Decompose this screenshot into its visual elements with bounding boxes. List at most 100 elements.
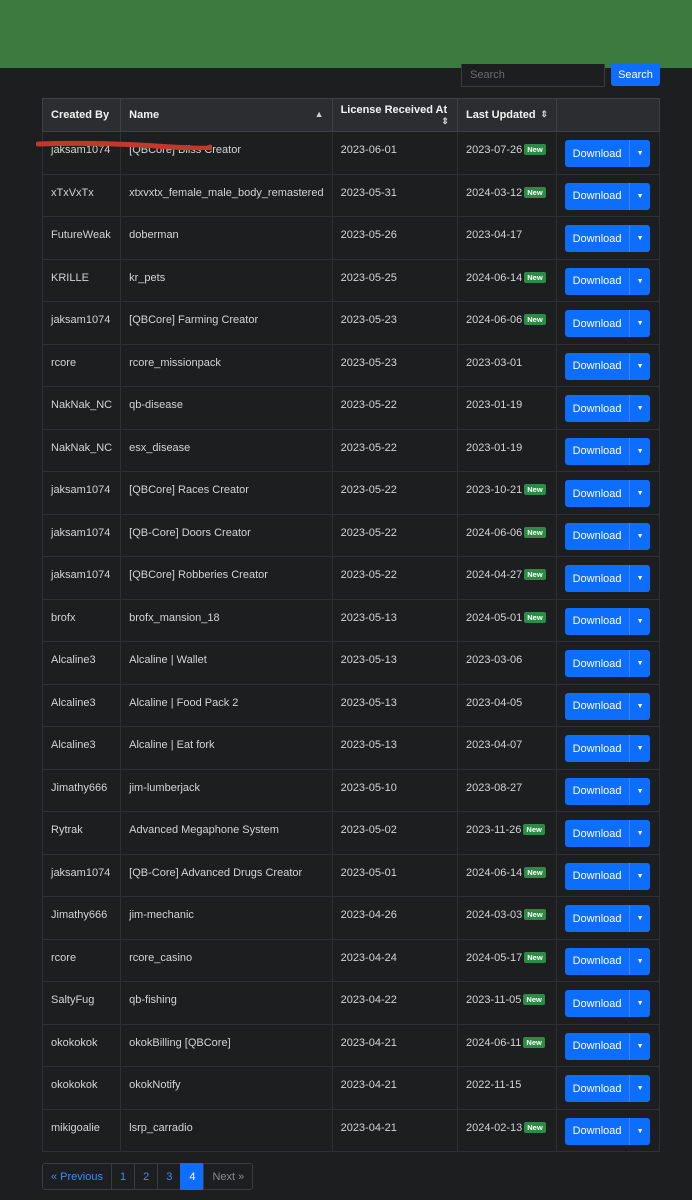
new-badge: New (523, 1036, 545, 1048)
download-button[interactable]: Download (565, 1075, 630, 1102)
download-button-group: Download ▼ (565, 692, 651, 720)
caret-down-icon[interactable]: ▼ (629, 225, 651, 252)
caret-down-icon[interactable]: ▼ (629, 1075, 651, 1102)
new-badge: New (524, 526, 546, 538)
cell-actions: Download ▼ (556, 726, 660, 770)
cell-name: okokBilling [QBCore] (120, 1023, 333, 1067)
table-row: mikigoalie lsrp_carradio 2023-04-21 2024-02… (41, 1108, 660, 1152)
search-input[interactable] (461, 64, 605, 87)
download-button[interactable]: Download (565, 1032, 630, 1060)
column-header-last-updated[interactable]: Last Updated ⇕ (456, 98, 558, 132)
table-row: rcore rcore_casino 2023-04-24 2024-05-17 New… (41, 938, 660, 982)
download-button[interactable]: Download (565, 820, 630, 847)
download-button[interactable]: Download (565, 522, 630, 550)
download-button[interactable]: Download (565, 225, 630, 252)
caret-down-icon[interactable]: ▼ (629, 735, 651, 762)
download-button[interactable]: Download (565, 947, 630, 975)
download-button[interactable]: Download (565, 862, 630, 890)
download-button[interactable]: Download (565, 480, 630, 507)
caret-down-icon[interactable]: ▼ (629, 607, 651, 635)
caret-down-icon[interactable]: ▼ (629, 947, 651, 975)
cell-license-received: 2023-05-22 (331, 556, 458, 600)
cell-name: okokNotify (120, 1066, 333, 1110)
download-button[interactable]: Download (565, 267, 630, 295)
cell-actions: Download ▼ (556, 301, 660, 345)
download-button[interactable]: Download (565, 692, 630, 720)
search-button[interactable]: Search (611, 64, 660, 86)
caret-down-icon[interactable]: ▼ (629, 777, 651, 805)
cell-actions: Download ▼ (556, 683, 660, 727)
pagination-page-1[interactable]: 1 (110, 1163, 136, 1190)
cell-last-updated: 2023-10-21 New (456, 471, 558, 515)
download-button[interactable]: Download (565, 990, 630, 1017)
cell-last-updated: 2023-03-06 (456, 641, 558, 685)
caret-down-icon[interactable]: ▼ (629, 522, 651, 550)
download-button[interactable]: Download (565, 650, 630, 677)
caret-down-icon[interactable]: ▼ (629, 1032, 651, 1060)
download-button[interactable]: Download (565, 777, 630, 805)
caret-down-icon[interactable]: ▼ (629, 480, 651, 507)
table-row: NakNak_NC qb-disease 2023-05-22 2023-01-19 D… (41, 386, 660, 430)
table-row: Alcaline3 Alcaline | Food Pack 2 2023-05-1… (41, 683, 660, 727)
cell-last-updated: 2023-11-05 New (456, 981, 558, 1025)
caret-down-icon[interactable]: ▼ (629, 650, 651, 677)
cell-license-received: 2023-05-22 (331, 471, 458, 515)
new-badge: New (524, 186, 546, 198)
cell-created-by: xTxVxTx (41, 173, 122, 217)
download-button[interactable]: Download (565, 1117, 630, 1145)
download-button[interactable]: Download (565, 437, 630, 465)
pagination-page-4[interactable]: 4 (180, 1163, 205, 1190)
last-updated-date: 2023-04-07 (465, 739, 523, 751)
caret-down-icon[interactable]: ▼ (629, 862, 651, 890)
caret-down-icon[interactable]: ▼ (629, 310, 651, 337)
cell-license-received: 2023-06-01 (331, 131, 458, 175)
cell-last-updated: 2023-08-27 (456, 768, 558, 812)
download-button[interactable]: Download (565, 565, 630, 592)
download-button-group: Download ▼ (565, 1032, 651, 1060)
pagination-previous[interactable]: « Previous (42, 1163, 112, 1190)
caret-down-icon[interactable]: ▼ (629, 437, 651, 465)
download-button[interactable]: Download (565, 735, 630, 762)
pagination-page-2[interactable]: 2 (134, 1163, 159, 1190)
table-row: brofx brofx_mansion_18 2023-05-13 2024-05-0… (41, 598, 660, 642)
cell-created-by: NakNak_NC (41, 428, 122, 472)
last-updated-date: 2024-03-03 (465, 909, 523, 921)
download-button[interactable]: Download (565, 140, 630, 167)
caret-down-icon[interactable]: ▼ (629, 267, 651, 295)
cell-name: jim-mechanic (120, 896, 333, 940)
caret-down-icon[interactable]: ▼ (629, 1117, 651, 1145)
caret-down-icon[interactable]: ▼ (629, 905, 651, 932)
download-button[interactable]: Download (565, 607, 630, 635)
download-button[interactable]: Download (565, 352, 630, 380)
caret-down-icon[interactable]: ▼ (629, 395, 651, 422)
pagination-page-3[interactable]: 3 (157, 1163, 182, 1190)
pagination-next[interactable]: Next » (203, 1163, 254, 1190)
column-header-name[interactable]: Name ▲ (120, 98, 333, 132)
download-button[interactable]: Download (565, 310, 630, 337)
download-button[interactable]: Download (565, 182, 630, 210)
cell-actions: Download ▼ (556, 768, 660, 812)
last-updated-date: 2023-01-19 (465, 441, 523, 454)
download-button[interactable]: Download (565, 905, 630, 932)
last-updated-date: 2024-05-17 (465, 951, 523, 964)
column-header-license-received[interactable]: License Received At ⇕ (331, 98, 458, 132)
cell-actions: Download ▼ (556, 556, 660, 600)
download-button-group: Download ▼ (565, 480, 651, 507)
cell-license-received: 2023-05-13 (331, 598, 458, 642)
cell-last-updated: 2023-01-19 (456, 428, 558, 472)
cell-name: rcore_missionpack (120, 343, 333, 387)
caret-down-icon[interactable]: ▼ (629, 565, 651, 592)
table-row: KRILLE kr_pets 2023-05-25 2024-06-14 New Down… (41, 258, 660, 302)
caret-down-icon[interactable]: ▼ (629, 692, 651, 720)
cell-name: [QBCore] Races Creator (120, 471, 333, 515)
caret-down-icon[interactable]: ▼ (629, 140, 651, 167)
download-button[interactable]: Download (565, 395, 630, 422)
cell-name: kr_pets (120, 258, 333, 302)
caret-down-icon[interactable]: ▼ (629, 182, 651, 210)
column-header-created-by[interactable]: Created By (41, 98, 122, 132)
caret-down-icon[interactable]: ▼ (629, 352, 651, 380)
caret-down-icon[interactable]: ▼ (629, 990, 651, 1017)
new-badge: New (524, 951, 546, 963)
cell-created-by: jaksam1074 (41, 556, 122, 600)
caret-down-icon[interactable]: ▼ (629, 820, 651, 847)
